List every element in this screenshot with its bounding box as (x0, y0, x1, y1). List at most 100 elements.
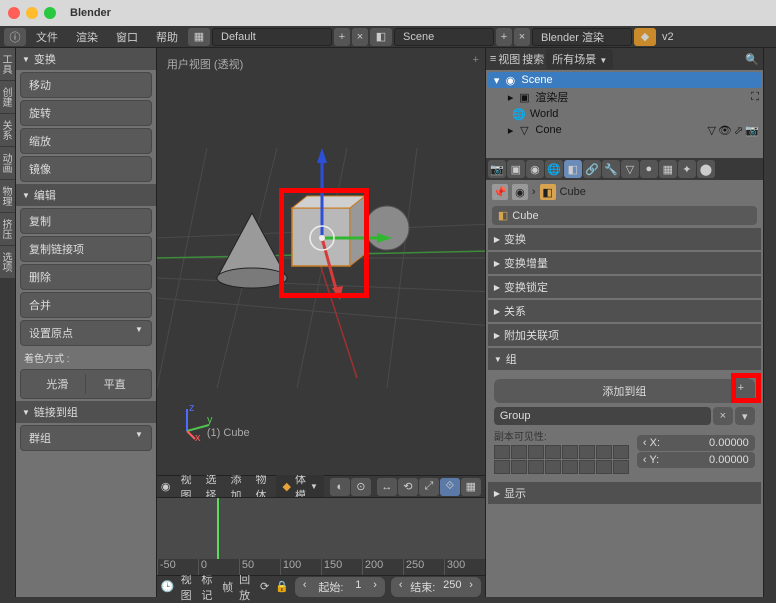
section-delta[interactable]: 变换增量 (488, 252, 761, 274)
global-icon[interactable]: ⟐ (440, 478, 460, 496)
info-icon[interactable]: ⓘ (4, 28, 26, 46)
group-specials[interactable]: ▾ (735, 407, 755, 425)
manip-scale-icon[interactable]: ⤢ (419, 478, 439, 496)
tree-world[interactable]: 🌐 World (488, 106, 761, 122)
cursor-icon[interactable]: ⬀ (734, 124, 743, 137)
tab-render-icon[interactable]: 📷 (488, 160, 506, 178)
btn-delete[interactable]: 删除 (20, 264, 152, 290)
btn-scale[interactable]: 缩放 (20, 128, 152, 154)
ol-search[interactable]: 搜索 (522, 51, 544, 67)
minimize-window[interactable] (26, 7, 38, 19)
tree-cone[interactable]: ▸ ▽ Cone ▽ 👁 ⬀ 📷 (488, 122, 761, 138)
ol-view[interactable]: 视图 (498, 51, 520, 67)
tl-view[interactable]: 视图 (181, 571, 196, 603)
object-name-field[interactable]: ◧ Cube (492, 206, 757, 225)
section-group[interactable]: 组 (488, 348, 761, 370)
tree-renderlayers[interactable]: ▸ ▣ 渲染层 ⛶ (488, 88, 761, 106)
vtab-options[interactable]: 选项 (0, 246, 15, 278)
eye-icon[interactable]: 👁 (718, 124, 732, 137)
tab-physics-icon[interactable]: ⬤ (697, 160, 715, 178)
layout-icon[interactable]: ▦ (188, 28, 210, 46)
tab-object-icon[interactable]: ◧ (564, 160, 582, 178)
tree-scene[interactable]: ▾ ◉ Scene (488, 72, 761, 88)
shade-buttons[interactable]: 光滑平直 (20, 369, 152, 399)
btn-duplicate[interactable]: 复制 (20, 208, 152, 234)
btn-set-origin[interactable]: 设置原点 ▼ (20, 320, 152, 346)
scene-icon[interactable]: ◧ (370, 28, 392, 46)
layout-add[interactable]: + (334, 28, 350, 46)
tab-layers-icon[interactable]: ▣ (507, 160, 525, 178)
vtab-grease[interactable]: 挤压 (0, 213, 15, 245)
scene-add[interactable]: + (496, 28, 512, 46)
add-to-group-button[interactable]: 添加到组 (494, 379, 755, 403)
tab-data-icon[interactable]: ▽ (621, 160, 639, 178)
layers-icon[interactable]: ▦ (461, 478, 481, 496)
shading-icon[interactable]: ◐ (330, 478, 350, 496)
group-remove[interactable]: × (713, 407, 733, 425)
timeline-editor-icon[interactable]: 🕒 (161, 580, 175, 593)
timeline-track[interactable]: -50 0 50 100 150 200 250 300 (157, 498, 485, 575)
btn-move[interactable]: 移动 (20, 72, 152, 98)
tl-marker[interactable]: 标记 (201, 571, 216, 603)
search-icon[interactable]: 🔍 (745, 53, 759, 66)
sync-icon[interactable]: ⟳ (260, 580, 269, 593)
tl-playback[interactable]: 回放 (239, 571, 254, 603)
btn-join[interactable]: 合并 (20, 292, 152, 318)
view3d[interactable]: 用户视图 (透视) (157, 48, 485, 475)
menu-file[interactable]: 文件 (28, 27, 66, 47)
maximize-window[interactable] (44, 7, 56, 19)
playhead[interactable] (217, 498, 219, 559)
btn-group[interactable]: 群组 ▼ (20, 425, 152, 451)
vtab-anim[interactable]: 动画 (0, 147, 15, 179)
btn-rotate[interactable]: 旋转 (20, 100, 152, 126)
section-transform[interactable]: 变换 (488, 228, 761, 250)
tab-particles-icon[interactable]: ✦ (678, 160, 696, 178)
menu-help[interactable]: 帮助 (148, 27, 186, 47)
lock-icon[interactable]: 🔒 (275, 580, 289, 593)
viewport-plus-icon[interactable]: + (472, 54, 478, 66)
vtab-create[interactable]: 创建 (0, 81, 15, 113)
layout-remove[interactable]: × (352, 28, 368, 46)
pin-icon[interactable]: 📌 (492, 184, 508, 200)
outliner-tree[interactable]: ▾ ◉ Scene ▸ ▣ 渲染层 ⛶ 🌐 World ▸ ▽ (486, 70, 763, 158)
scene-dropdown[interactable]: Scene (394, 28, 494, 46)
pivot-icon[interactable]: ⊙ (351, 478, 371, 496)
btn-dup-linked[interactable]: 复制链接项 (20, 236, 152, 262)
section-display[interactable]: 显示 (488, 482, 761, 504)
menu-window[interactable]: 窗口 (108, 27, 146, 47)
tl-frame[interactable]: 帧 (222, 579, 233, 595)
section-extra[interactable]: 附加关联项 (488, 324, 761, 346)
tab-world-icon[interactable]: 🌐 (545, 160, 563, 178)
section-lock[interactable]: 变换锁定 (488, 276, 761, 298)
vtab-tools[interactable]: 工具 (0, 48, 15, 80)
tab-texture-icon[interactable]: ▦ (659, 160, 677, 178)
panel-link-group[interactable]: 链接到组 (16, 401, 156, 423)
scrollbar[interactable] (763, 48, 776, 597)
vtab-physics[interactable]: 物理 (0, 180, 15, 212)
manip-rotate-icon[interactable]: ⟲ (398, 478, 418, 496)
outliner-type-icon[interactable]: ≡ (490, 53, 496, 65)
end-frame[interactable]: ‹结束:250› (391, 577, 481, 597)
menu-render[interactable]: 渲染 (68, 27, 106, 47)
scene-remove[interactable]: × (514, 28, 530, 46)
vtab-relations[interactable]: 关系 (0, 114, 15, 146)
section-relations[interactable]: 关系 (488, 300, 761, 322)
panel-transform[interactable]: 变换 (16, 48, 156, 70)
dupli-x[interactable]: ‹ X:0.00000 (637, 435, 755, 451)
editor-type-icon[interactable]: ◉ (161, 480, 171, 493)
tab-scene-icon[interactable]: ◉ (526, 160, 544, 178)
dupli-visibility-grid[interactable] (494, 445, 629, 474)
engine-dropdown[interactable]: Blender 渲染 (532, 28, 632, 46)
start-frame[interactable]: ‹起始:1› (295, 577, 385, 597)
manip-move-icon[interactable]: ↔ (377, 478, 397, 496)
panel-edit[interactable]: 编辑 (16, 184, 156, 206)
ol-filter[interactable]: 所有场景 ▼ (546, 49, 613, 69)
layout-dropdown[interactable]: Default (212, 28, 332, 46)
camera-restrict-icon[interactable]: 📷 (745, 124, 759, 137)
tab-material-icon[interactable]: ● (640, 160, 658, 178)
tab-constraints-icon[interactable]: 🔗 (583, 160, 601, 178)
close-window[interactable] (8, 7, 20, 19)
group-name-field[interactable]: Group (494, 407, 711, 425)
dupli-y[interactable]: ‹ Y:0.00000 (637, 452, 755, 468)
tab-modifiers-icon[interactable]: 🔧 (602, 160, 620, 178)
